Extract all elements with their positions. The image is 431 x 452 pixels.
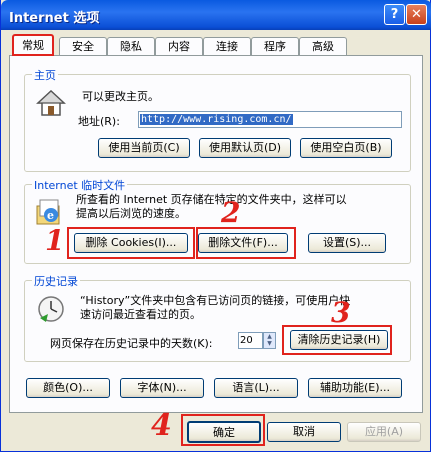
history-clock-icon — [38, 296, 64, 322]
spinner-up-icon[interactable]: ▲ — [264, 333, 275, 340]
spinner-down-icon[interactable]: ▼ — [264, 340, 275, 347]
history-description-line2: 速访问最近查看过的页。 — [80, 308, 201, 321]
languages-button[interactable]: 语言(L)... — [214, 378, 298, 398]
window-title: Internet 选项 — [9, 11, 100, 26]
tab-security[interactable]: 安全 — [59, 37, 107, 55]
cancel-button[interactable]: 取消 — [267, 422, 341, 442]
address-label: 地址(R): — [78, 115, 120, 128]
temp-files-description-line2: 提高以后浏览的速度。 — [76, 207, 186, 220]
tab-connections[interactable]: 连接 — [203, 37, 251, 55]
homepage-description: 可以更改主页。 — [82, 90, 159, 103]
apply-button[interactable]: 应用(A) — [347, 422, 421, 442]
colors-button[interactable]: 颜色(O)... — [26, 378, 110, 398]
tab-privacy[interactable]: 隐私 — [107, 37, 155, 55]
annotation-number-2: 2 — [221, 196, 241, 229]
history-days-label: 网页保存在历史记录中的天数(K): — [50, 337, 213, 350]
home-icon — [36, 89, 66, 116]
history-group-label: 历史记录 — [32, 273, 80, 289]
tab-programs[interactable]: 程序 — [251, 37, 299, 55]
address-value: http://www.rising.com.cn/ — [140, 114, 293, 125]
annotation-box-1 — [67, 227, 195, 259]
svg-text:e: e — [47, 209, 54, 222]
address-input[interactable]: http://www.rising.com.cn/ — [138, 111, 402, 128]
homepage-group-label: 主页 — [32, 67, 58, 83]
settings-button[interactable]: 设置(S)... — [308, 233, 386, 253]
annotation-number-4: 4 — [151, 408, 172, 443]
tab-content[interactable]: 内容 — [155, 37, 203, 55]
annotation-box-4 — [181, 414, 265, 446]
annotation-number-1: 1 — [45, 224, 65, 257]
close-button[interactable]: ✕ — [406, 4, 427, 25]
use-default-page-button[interactable]: 使用默认页(D) — [199, 138, 291, 158]
history-days-input[interactable]: 20 — [238, 332, 263, 349]
title-bar[interactable]: Internet 选项 ? ✕ — [1, 0, 431, 30]
history-days-spinner[interactable]: ▲ ▼ — [263, 332, 276, 349]
annotation-box-2 — [196, 227, 296, 259]
annotation-number-3: 3 — [331, 296, 351, 329]
fonts-button[interactable]: 字体(N)... — [120, 378, 204, 398]
tab-general[interactable]: 常规 — [12, 34, 54, 56]
tab-advanced[interactable]: 高级 — [299, 37, 347, 55]
use-current-page-button[interactable]: 使用当前页(C) — [98, 138, 190, 158]
use-blank-page-button[interactable]: 使用空白页(B) — [300, 138, 392, 158]
help-button[interactable]: ? — [384, 4, 405, 25]
internet-options-window: Internet 选项 ? ✕ 常规 安全 隐私 内容 连接 程序 高级 主页 … — [0, 0, 431, 452]
accessibility-button[interactable]: 辅助功能(E)... — [308, 378, 402, 398]
annotation-box-3 — [282, 325, 392, 355]
